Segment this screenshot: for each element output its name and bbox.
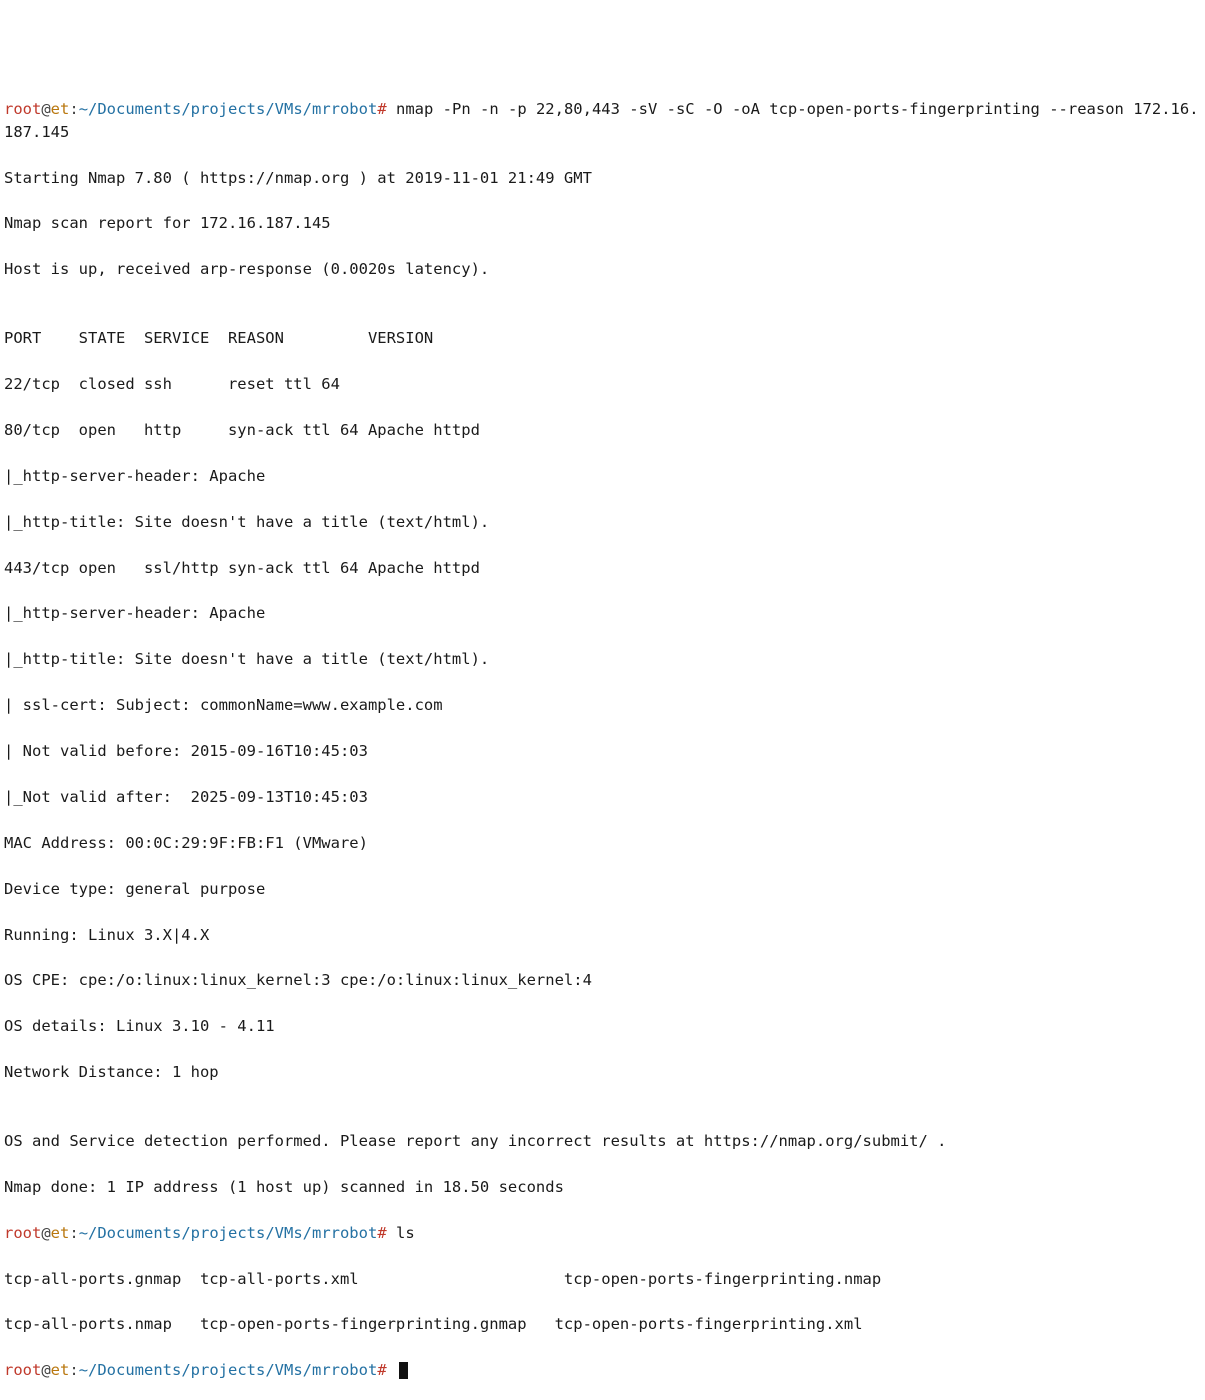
prompt-path: ~/Documents/projects/VMs/mrrobot <box>79 1224 378 1242</box>
prompt-user: root <box>4 1361 41 1379</box>
prompt-path: ~/Documents/projects/VMs/mrrobot <box>79 100 378 118</box>
prompt-line-2[interactable]: root@et:~/Documents/projects/VMs/mrrobot… <box>4 1222 1201 1245</box>
output-port-80: 80/tcp open http syn-ack ttl 64 Apache h… <box>4 419 1201 442</box>
prompt-at: @ <box>41 1361 50 1379</box>
prompt-user: root <box>4 1224 41 1242</box>
output-line: |_http-title: Site doesn't have a title … <box>4 648 1201 671</box>
prompt-host: et <box>51 100 70 118</box>
prompt-at: @ <box>41 100 50 118</box>
output-line: |_http-server-header: Apache <box>4 465 1201 488</box>
command-ls: ls <box>396 1224 415 1242</box>
ls-output-row: tcp-all-ports.nmap tcp-open-ports-finger… <box>4 1313 1201 1336</box>
prompt-line-3[interactable]: root@et:~/Documents/projects/VMs/mrrobot… <box>4 1359 1201 1382</box>
output-line: |_http-title: Site doesn't have a title … <box>4 511 1201 534</box>
output-line: | ssl-cert: Subject: commonName=www.exam… <box>4 694 1201 717</box>
prompt-colon: : <box>69 100 78 118</box>
prompt-host: et <box>51 1361 70 1379</box>
prompt-at: @ <box>41 1224 50 1242</box>
output-port-443: 443/tcp open ssl/http syn-ack ttl 64 Apa… <box>4 557 1201 580</box>
output-line: OS CPE: cpe:/o:linux:linux_kernel:3 cpe:… <box>4 969 1201 992</box>
prompt-host: et <box>51 1224 70 1242</box>
output-line: |_Not valid after: 2025-09-13T10:45:03 <box>4 786 1201 809</box>
output-mac: MAC Address: 00:0C:29:9F:FB:F1 (VMware) <box>4 832 1201 855</box>
prompt-colon: : <box>69 1224 78 1242</box>
output-line: OS and Service detection performed. Plea… <box>4 1130 1201 1153</box>
output-line: | Not valid before: 2015-09-16T10:45:03 <box>4 740 1201 763</box>
prompt-hash: # <box>377 1361 386 1379</box>
output-line: OS details: Linux 3.10 - 4.11 <box>4 1015 1201 1038</box>
output-line: Nmap scan report for 172.16.187.145 <box>4 212 1201 235</box>
prompt-hash: # <box>377 1224 386 1242</box>
output-line: Network Distance: 1 hop <box>4 1061 1201 1084</box>
prompt-path: ~/Documents/projects/VMs/mrrobot <box>79 1361 378 1379</box>
output-port-header: PORT STATE SERVICE REASON VERSION <box>4 327 1201 350</box>
prompt-hash: # <box>377 100 386 118</box>
prompt-user: root <box>4 100 41 118</box>
output-line: Running: Linux 3.X|4.X <box>4 924 1201 947</box>
output-port-22: 22/tcp closed ssh reset ttl 64 <box>4 373 1201 396</box>
output-line: Starting Nmap 7.80 ( https://nmap.org ) … <box>4 167 1201 190</box>
ls-output-row: tcp-all-ports.gnmap tcp-all-ports.xml tc… <box>4 1268 1201 1291</box>
prompt-line-1[interactable]: root@et:~/Documents/projects/VMs/mrrobot… <box>4 98 1201 144</box>
output-line: |_http-server-header: Apache <box>4 602 1201 625</box>
output-line: Host is up, received arp-response (0.002… <box>4 258 1201 281</box>
prompt-colon: : <box>69 1361 78 1379</box>
output-line: Device type: general purpose <box>4 878 1201 901</box>
cursor-block-icon <box>399 1362 408 1379</box>
output-nmap-done: Nmap done: 1 IP address (1 host up) scan… <box>4 1176 1201 1199</box>
